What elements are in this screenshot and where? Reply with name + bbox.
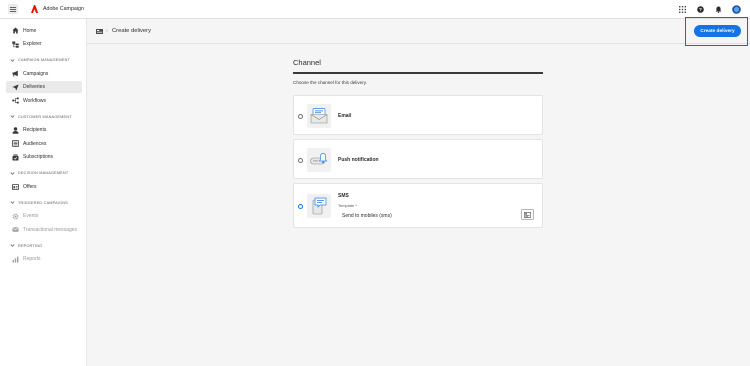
offers-icon: [12, 183, 19, 190]
channel-divider: [293, 72, 543, 74]
select-template-icon: [524, 211, 531, 218]
sidebar-item-deliveries[interactable]: Deliveries: [6, 81, 82, 93]
channel-label: Email: [338, 113, 352, 119]
bar-chart-icon: [12, 256, 19, 263]
section-title: CAMPAIGN MANAGEMENT: [18, 58, 71, 62]
email-radio[interactable]: [298, 113, 303, 119]
chevron-down-icon: [10, 201, 15, 204]
sidebar-item-recipients[interactable]: Recipients: [6, 124, 82, 136]
chevron-down-icon: [10, 244, 15, 247]
svg-text:?: ?: [699, 7, 702, 13]
section-campaign-management[interactable]: CAMPAIGN MANAGEMENT: [10, 54, 86, 66]
section-title: DECISION MANAGEMENT: [18, 171, 69, 175]
adobe-logo-icon: [31, 5, 39, 13]
page-header: › Create delivery: [87, 19, 750, 44]
user-avatar-icon[interactable]: [731, 4, 742, 15]
app-title: Adobe Campaign: [43, 6, 84, 12]
sidebar-item-label: Recipients: [23, 127, 47, 133]
breadcrumb-separator: ›: [106, 28, 108, 34]
help-icon[interactable]: ?: [695, 4, 706, 15]
channel-label: Push notification: [338, 157, 379, 163]
megaphone-icon: [12, 70, 19, 77]
sidebar-item-campaigns[interactable]: Campaigns: [6, 68, 82, 80]
template-field-label: Template *: [338, 203, 357, 208]
section-decision-management[interactable]: DECISION MANAGEMENT: [10, 167, 86, 179]
sidebar: Home Explorer CAMPAIGN MANAGEMENT Campai…: [0, 19, 87, 366]
sidebar-item-label: Transactional messages: [23, 226, 78, 233]
user-icon: [12, 126, 19, 134]
sidebar-item-audiences[interactable]: Audiences: [6, 138, 82, 150]
notifications-bell-icon[interactable]: [713, 4, 724, 15]
section-reporting[interactable]: REPORTING: [10, 240, 86, 252]
explorer-tree-icon: [12, 41, 19, 48]
sms-radio[interactable]: [298, 204, 303, 209]
send-icon: [12, 84, 19, 91]
deliveries-breadcrumb-icon[interactable]: [96, 29, 103, 34]
sidebar-item-label: Subscriptions: [23, 154, 54, 160]
sidebar-item-label: Workflows: [23, 97, 46, 104]
sidebar-item-offers[interactable]: Offers: [6, 181, 82, 193]
chevron-down-icon: [10, 115, 15, 118]
sidebar-item-explorer[interactable]: Explorer: [6, 38, 82, 50]
sidebar-item-events[interactable]: Events: [6, 210, 82, 222]
top-bar: Adobe Campaign ?: [0, 0, 750, 19]
template-value[interactable]: Send to mobiles (sms): [342, 213, 392, 219]
sms-channel-icon: [307, 194, 331, 218]
section-title: CUSTOMER MANAGEMENT: [18, 114, 72, 119]
sidebar-item-transactional-messages[interactable]: Transactional messages: [6, 224, 82, 236]
sidebar-item-label: Audiences: [23, 140, 47, 147]
sidebar-item-label: Offers: [23, 183, 37, 190]
sidebar-item-label: Campaigns: [23, 70, 49, 77]
email-channel-icon: [307, 103, 331, 128]
subscription-icon: [12, 154, 19, 161]
push-notification-channel-icon: [307, 147, 331, 172]
section-customer-management[interactable]: CUSTOMER MANAGEMENT: [10, 111, 86, 123]
required-marker: *: [355, 203, 357, 208]
section-triggered-campaigns[interactable]: TRIGGERED CAMPAIGNS: [10, 197, 86, 209]
section-title: REPORTING: [18, 243, 43, 248]
message-icon: [12, 226, 19, 233]
channel-option-sms[interactable]: SMS Template * Send to mobiles (sms): [293, 183, 543, 228]
sidebar-item-label: Home: [23, 27, 37, 34]
channel-option-push[interactable]: Push notification: [293, 139, 543, 179]
apps-grid-icon[interactable]: [677, 4, 688, 15]
sidebar-item-label: Reports: [23, 256, 41, 262]
section-title: TRIGGERED CAMPAIGNS: [18, 200, 68, 205]
sidebar-item-reports[interactable]: Reports: [6, 253, 82, 265]
sidebar-item-home[interactable]: Home: [6, 25, 82, 37]
sidebar-item-subscriptions[interactable]: Subscriptions: [6, 151, 82, 163]
create-delivery-button[interactable]: Create delivery: [694, 25, 741, 37]
audience-list-icon: [12, 140, 19, 147]
sidebar-item-label: Explorer: [23, 41, 42, 47]
sidebar-item-label: Events: [23, 213, 39, 219]
channel-subtitle: Choose the channel for this delivery.: [293, 80, 367, 85]
template-picker-button[interactable]: [521, 209, 534, 220]
page-title: Create delivery: [112, 28, 151, 34]
workflow-icon: [12, 97, 19, 104]
chevron-down-icon: [10, 171, 15, 175]
gear-icon: [12, 213, 19, 220]
channel-label: SMS: [338, 193, 349, 199]
home-icon: [12, 27, 19, 34]
sidebar-item-label: Deliveries: [23, 84, 45, 90]
sidebar-item-workflows[interactable]: Workflows: [6, 95, 82, 107]
chevron-down-icon: [10, 58, 15, 62]
template-label-text: Template: [338, 203, 355, 208]
channel-option-email[interactable]: Email: [293, 95, 543, 135]
hamburger-menu-icon[interactable]: [8, 4, 18, 14]
push-radio[interactable]: [298, 157, 303, 163]
channel-heading: Channel: [293, 58, 321, 67]
